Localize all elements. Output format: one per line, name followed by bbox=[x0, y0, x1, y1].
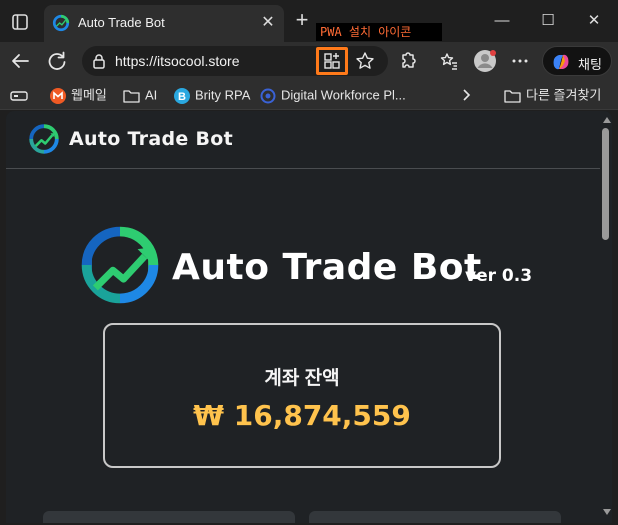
scrollbar-thumb[interactable] bbox=[602, 128, 609, 240]
balance-label: 계좌 잔액 bbox=[264, 368, 340, 389]
minimize-button[interactable]: — bbox=[488, 8, 516, 34]
site-title[interactable]: Auto Trade Bot bbox=[69, 128, 233, 150]
other-favorites[interactable]: 다른 즐겨찾기 bbox=[504, 86, 601, 104]
bookmark-brity-rpa[interactable]: B Brity RPA bbox=[174, 86, 250, 104]
bot-logo-icon bbox=[52, 14, 70, 32]
globe-icon bbox=[260, 88, 276, 104]
pwa-install-icon[interactable] bbox=[316, 47, 348, 75]
refresh-icon[interactable] bbox=[44, 48, 70, 74]
chat-label: 채팅 bbox=[578, 57, 602, 72]
tab-close-icon[interactable]: ✕ bbox=[258, 13, 278, 33]
chevron-right-icon[interactable] bbox=[460, 86, 472, 104]
version-label: ver 0.3 bbox=[465, 266, 533, 286]
scroll-down-arrow-icon[interactable] bbox=[603, 509, 611, 515]
pwa-install-annotation: PWA 설치 아이콘 bbox=[316, 23, 442, 41]
navigation-toolbar: https://itsocool.store 채팅 bbox=[0, 42, 618, 80]
scroll-up-arrow-icon[interactable] bbox=[603, 117, 611, 123]
lock-icon[interactable] bbox=[92, 53, 106, 69]
tab-bar: Auto Trade Bot ✕ + PWA 설치 아이콘 — ☐ ✕ bbox=[0, 0, 618, 42]
copilot-icon bbox=[550, 51, 572, 73]
back-arrow-icon[interactable] bbox=[8, 48, 34, 74]
favorites-list-icon[interactable] bbox=[436, 48, 462, 74]
maximize-button[interactable]: ☐ bbox=[534, 8, 562, 34]
brity-b-icon: B bbox=[174, 87, 190, 104]
bookmarks-bar: 웹메일 AI B Brity RPA Digital Workforce Pl..… bbox=[0, 80, 618, 110]
bot-logo-icon[interactable] bbox=[28, 123, 60, 155]
account-balance-card: 계좌 잔액 ₩ 16,874,559 bbox=[103, 323, 501, 468]
more-menu-icon[interactable] bbox=[507, 48, 533, 74]
new-tab-button[interactable]: + bbox=[290, 9, 314, 33]
bookmark-digital-workforce[interactable]: Digital Workforce Pl... bbox=[260, 86, 406, 104]
tab-title: Auto Trade Bot bbox=[78, 15, 165, 30]
content-card bbox=[43, 511, 295, 523]
folder-icon bbox=[504, 89, 521, 103]
vertical-scrollbar[interactable] bbox=[600, 111, 612, 523]
favorite-star-icon[interactable] bbox=[355, 51, 375, 71]
hero-bot-logo-icon bbox=[76, 221, 164, 309]
site-header: Auto Trade Bot bbox=[6, 111, 600, 169]
copilot-chat-button[interactable]: 채팅 bbox=[542, 46, 612, 76]
gmail-m-icon bbox=[50, 87, 66, 104]
balance-value: ₩ 16,874,559 bbox=[193, 399, 411, 432]
active-tab[interactable]: Auto Trade Bot ✕ bbox=[44, 5, 284, 42]
tab-groups-icon[interactable] bbox=[10, 86, 33, 104]
bookmark-folder-ai[interactable]: AI bbox=[123, 86, 157, 104]
page-viewport: Auto Trade Bot Auto Trade Bot ver 0.3 계좌… bbox=[6, 111, 612, 523]
url-text[interactable]: https://itsocool.store bbox=[115, 53, 240, 69]
address-bar[interactable]: https://itsocool.store bbox=[82, 46, 388, 76]
tab-actions-icon[interactable] bbox=[10, 12, 30, 32]
profile-avatar-icon[interactable] bbox=[472, 48, 498, 74]
bookmark-webmail[interactable]: 웹메일 bbox=[50, 86, 107, 104]
extensions-puzzle-icon[interactable] bbox=[395, 48, 421, 74]
close-window-button[interactable]: ✕ bbox=[580, 8, 608, 34]
folder-icon bbox=[123, 89, 140, 103]
svg-text:B: B bbox=[178, 91, 186, 103]
content-card bbox=[309, 511, 561, 523]
hero-title: Auto Trade Bot bbox=[172, 247, 482, 288]
